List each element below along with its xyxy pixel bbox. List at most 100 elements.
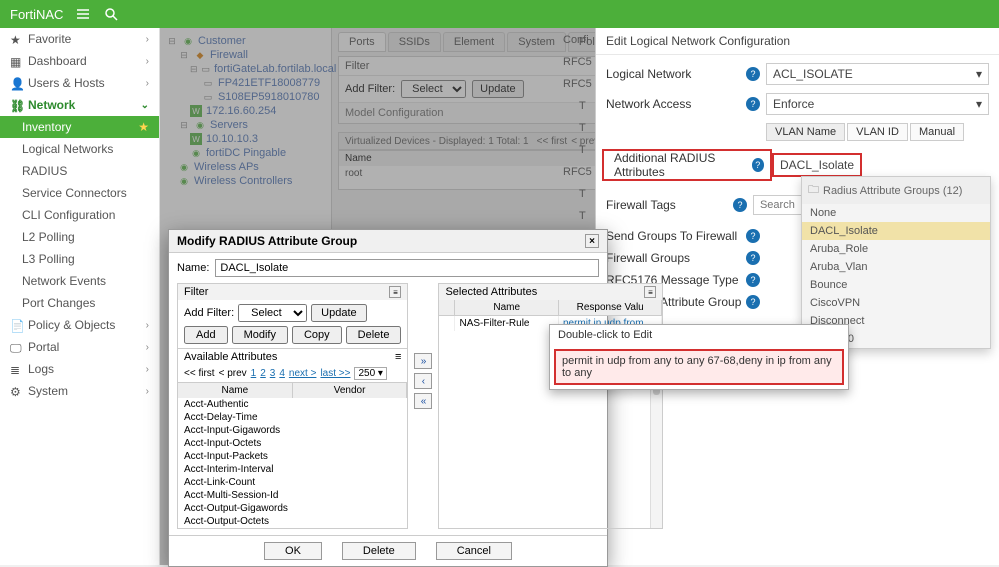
selected-attrs-label: Selected Attributes bbox=[445, 286, 537, 298]
network-icon: ⛓ bbox=[10, 99, 22, 111]
chevron-right-icon: › bbox=[146, 342, 149, 353]
sidebar-item-policy-objects[interactable]: 📄Policy & Objects› bbox=[0, 314, 159, 336]
list-item[interactable]: Acct-Input-Octets bbox=[178, 437, 407, 450]
modify-button[interactable]: Modify bbox=[232, 326, 288, 344]
help-icon[interactable]: ? bbox=[733, 198, 747, 212]
sidebar-item-service-connectors[interactable]: Service Connectors bbox=[0, 182, 159, 204]
help-icon[interactable]: ? bbox=[746, 273, 760, 287]
help-icon[interactable]: ? bbox=[746, 97, 760, 111]
sidebar-item-cli-configuration[interactable]: CLI Configuration bbox=[0, 204, 159, 226]
sidebar-item-dashboard[interactable]: ▦Dashboard› bbox=[0, 50, 159, 72]
menu-icon[interactable] bbox=[75, 6, 91, 22]
dropdown-item[interactable]: Bounce bbox=[802, 276, 990, 294]
col-vendor[interactable]: Vendor bbox=[293, 383, 408, 398]
pager-page[interactable]: 1 bbox=[251, 368, 257, 379]
pager-prev[interactable]: < prev bbox=[219, 368, 247, 379]
settings-icon[interactable]: ≡ bbox=[389, 286, 401, 298]
settings-icon[interactable]: ≡ bbox=[644, 286, 656, 298]
help-icon[interactable]: ? bbox=[746, 229, 760, 243]
sidebar-item-logical-networks[interactable]: Logical Networks bbox=[0, 138, 159, 160]
dropdown-item[interactable]: DACL_Isolate bbox=[802, 222, 990, 240]
col-blank[interactable] bbox=[439, 300, 455, 315]
col-name[interactable]: Name bbox=[455, 300, 558, 315]
copy-button[interactable]: Copy bbox=[292, 326, 342, 344]
dropdown-item[interactable]: None bbox=[802, 204, 990, 222]
delete-button[interactable]: Delete bbox=[342, 542, 416, 560]
sidebar-item-l3-polling[interactable]: L3 Polling bbox=[0, 248, 159, 270]
dropdown-item[interactable]: Aruba_Role bbox=[802, 240, 990, 258]
search-icon[interactable] bbox=[103, 6, 119, 22]
modal-titlebar[interactable]: Modify RADIUS Attribute Group × bbox=[169, 230, 607, 253]
sidebar-item-favorite[interactable]: ★Favorite› bbox=[0, 28, 159, 50]
page-size-select[interactable]: 250 ▾ bbox=[354, 367, 386, 380]
filter-select[interactable]: Select bbox=[238, 304, 307, 322]
sidebar-item-inventory[interactable]: Inventory★ bbox=[0, 116, 159, 138]
list-item[interactable]: Acct-Input-Gigawords bbox=[178, 424, 407, 437]
dropdown-item[interactable]: Aruba_Vlan bbox=[802, 258, 990, 276]
peek-text: T bbox=[561, 206, 595, 228]
tab-vlan-name[interactable]: VLAN Name bbox=[766, 123, 845, 141]
move-all-left-button[interactable]: « bbox=[414, 393, 432, 409]
row-network-access: Network Access? Enforce▾ bbox=[596, 89, 999, 119]
sidebar-item-radius[interactable]: RADIUS bbox=[0, 160, 159, 182]
sidebar-item-network-events[interactable]: Network Events bbox=[0, 270, 159, 292]
name-input[interactable] bbox=[215, 259, 599, 277]
close-button[interactable]: × bbox=[585, 234, 599, 248]
radius-attributes-select[interactable]: DACL_Isolate bbox=[772, 153, 862, 177]
list-item[interactable]: Acct-Output-Octets bbox=[178, 515, 407, 528]
tab-vlan-id[interactable]: VLAN ID bbox=[847, 123, 908, 141]
sidebar-item-users-hosts[interactable]: 👤Users & Hosts› bbox=[0, 72, 159, 94]
modal-footer: OK Delete Cancel bbox=[169, 535, 607, 566]
tab-manual[interactable]: Manual bbox=[910, 123, 964, 141]
sidebar: ★Favorite› ▦Dashboard› 👤Users & Hosts› ⛓… bbox=[0, 28, 160, 565]
network-access-select[interactable]: Enforce▾ bbox=[766, 93, 989, 115]
pager-first[interactable]: << first bbox=[184, 368, 215, 379]
pager-page[interactable]: 2 bbox=[260, 368, 266, 379]
pager-page[interactable]: 3 bbox=[270, 368, 276, 379]
move-all-right-button[interactable]: » bbox=[414, 353, 432, 369]
help-icon[interactable]: ? bbox=[746, 295, 760, 309]
sidebar-item-system[interactable]: ⚙System› bbox=[0, 380, 159, 402]
col-name[interactable]: Name bbox=[178, 383, 293, 398]
attr-name-cell: NAS-Filter-Rule bbox=[455, 316, 558, 331]
col-response-value[interactable]: Response Valu bbox=[559, 300, 662, 315]
peek-text: T bbox=[561, 140, 595, 162]
pager-page[interactable]: 4 bbox=[279, 368, 285, 379]
sidebar-item-l2-polling[interactable]: L2 Polling bbox=[0, 226, 159, 248]
list-item[interactable]: Acct-Input-Packets bbox=[178, 450, 407, 463]
update-button[interactable]: Update bbox=[311, 304, 366, 322]
move-left-button[interactable]: ‹ bbox=[414, 373, 432, 389]
delete-button[interactable]: Delete bbox=[346, 326, 402, 344]
cancel-button[interactable]: Cancel bbox=[436, 542, 512, 560]
help-icon[interactable]: ? bbox=[746, 251, 760, 265]
sidebar-item-port-changes[interactable]: Port Changes bbox=[0, 292, 159, 314]
row-vlan-tabs: VLAN Name VLAN ID Manual bbox=[596, 119, 999, 145]
logical-network-select[interactable]: ACL_ISOLATE▾ bbox=[766, 63, 989, 85]
peek-text: T bbox=[561, 118, 595, 140]
pager-last[interactable]: last >> bbox=[320, 368, 350, 379]
users-icon: 👤 bbox=[10, 77, 22, 89]
list-item[interactable]: Acct-Output-Gigawords bbox=[178, 502, 407, 515]
list-item[interactable]: Acct-Link-Count bbox=[178, 476, 407, 489]
pager-next[interactable]: next > bbox=[289, 368, 317, 379]
sidebar-item-logs[interactable]: ≣Logs› bbox=[0, 358, 159, 380]
list-item[interactable]: Acct-Multi-Session-Id bbox=[178, 489, 407, 502]
list-item[interactable]: Acct-Delay-Time bbox=[178, 411, 407, 424]
sidebar-item-network[interactable]: ⛓Network⌄ bbox=[0, 94, 159, 116]
settings-icon[interactable]: ≡ bbox=[395, 351, 401, 363]
list-item[interactable]: Acct-Interim-Interval bbox=[178, 463, 407, 476]
gear-icon: ⚙ bbox=[10, 385, 22, 397]
dropdown-item[interactable]: CiscoVPN bbox=[802, 294, 990, 312]
sidebar-item-portal[interactable]: 🖵Portal› bbox=[0, 336, 159, 358]
help-icon[interactable]: ? bbox=[752, 158, 764, 172]
chevron-down-icon: ▾ bbox=[976, 97, 982, 111]
ok-button[interactable]: OK bbox=[264, 542, 322, 560]
star-icon: ★ bbox=[138, 120, 149, 134]
list-item[interactable]: Acct-Authentic bbox=[178, 398, 407, 411]
name-label: Name: bbox=[177, 262, 209, 274]
chevron-down-icon: ⌄ bbox=[141, 100, 149, 111]
chevron-right-icon: › bbox=[146, 320, 149, 331]
help-icon[interactable]: ? bbox=[746, 67, 760, 81]
add-button[interactable]: Add bbox=[184, 326, 228, 344]
available-attr-list[interactable]: Acct-AuthenticAcct-Delay-TimeAcct-Input-… bbox=[178, 398, 407, 528]
